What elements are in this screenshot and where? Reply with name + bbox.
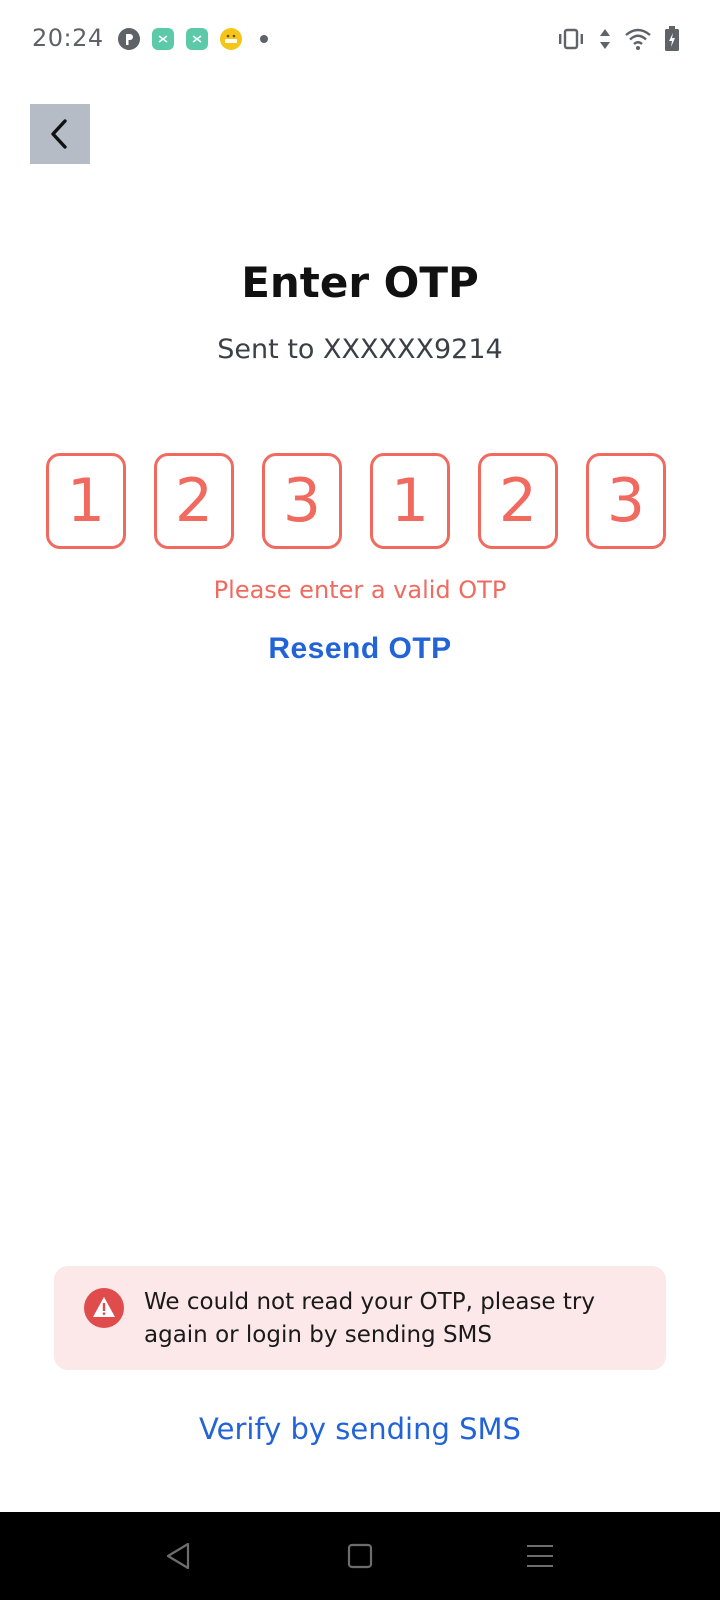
resend-otp-link[interactable]: Resend OTP (0, 632, 720, 666)
notification-icons (118, 28, 268, 50)
verify-by-sms-link[interactable]: Verify by sending SMS (0, 1412, 720, 1446)
otp-read-alert: We could not read your OTP, please try a… (54, 1266, 666, 1370)
dot-icon (260, 35, 268, 43)
otp-digit-3[interactable]: 3 (262, 453, 342, 549)
nav-menu-button[interactable] (518, 1534, 562, 1578)
status-time: 20:24 (32, 24, 104, 52)
otp-screen: 20:24 Enter OTP Sent to XXXXXX9214 1 2 3… (0, 0, 720, 1600)
back-button[interactable] (30, 104, 90, 164)
alert-message: We could not read your OTP, please try a… (144, 1289, 595, 1348)
otp-input-group: 1 2 3 1 2 3 (46, 453, 666, 549)
otp-digit-5[interactable]: 2 (478, 453, 558, 549)
back-triangle-icon (166, 1542, 190, 1570)
vibrate-icon (556, 27, 586, 56)
p-circle-icon (118, 28, 140, 50)
menu-lines-icon (527, 1545, 553, 1567)
system-nav-bar (0, 1512, 720, 1600)
home-square-icon (347, 1543, 373, 1569)
nav-back-button[interactable] (156, 1534, 200, 1578)
status-bar: 20:24 (0, 0, 720, 80)
app-green-icon (186, 28, 208, 50)
warning-icon (84, 1288, 124, 1328)
otp-digit-1[interactable]: 1 (46, 453, 126, 549)
otp-digit-6[interactable]: 3 (586, 453, 666, 549)
data-arrows-icon (598, 27, 612, 56)
wifi-icon (624, 27, 652, 56)
emoji-icon (220, 28, 242, 50)
nav-home-button[interactable] (338, 1534, 382, 1578)
app-green-icon (152, 28, 174, 50)
system-icons (556, 26, 680, 57)
battery-charging-icon (664, 26, 680, 57)
chevron-left-icon (51, 119, 67, 149)
otp-digit-4[interactable]: 1 (370, 453, 450, 549)
otp-sent-to-text: Sent to XXXXXX9214 (217, 334, 503, 365)
otp-error-message: Please enter a valid OTP (213, 576, 507, 604)
page-title: Enter OTP (241, 258, 479, 307)
otp-digit-2[interactable]: 2 (154, 453, 234, 549)
